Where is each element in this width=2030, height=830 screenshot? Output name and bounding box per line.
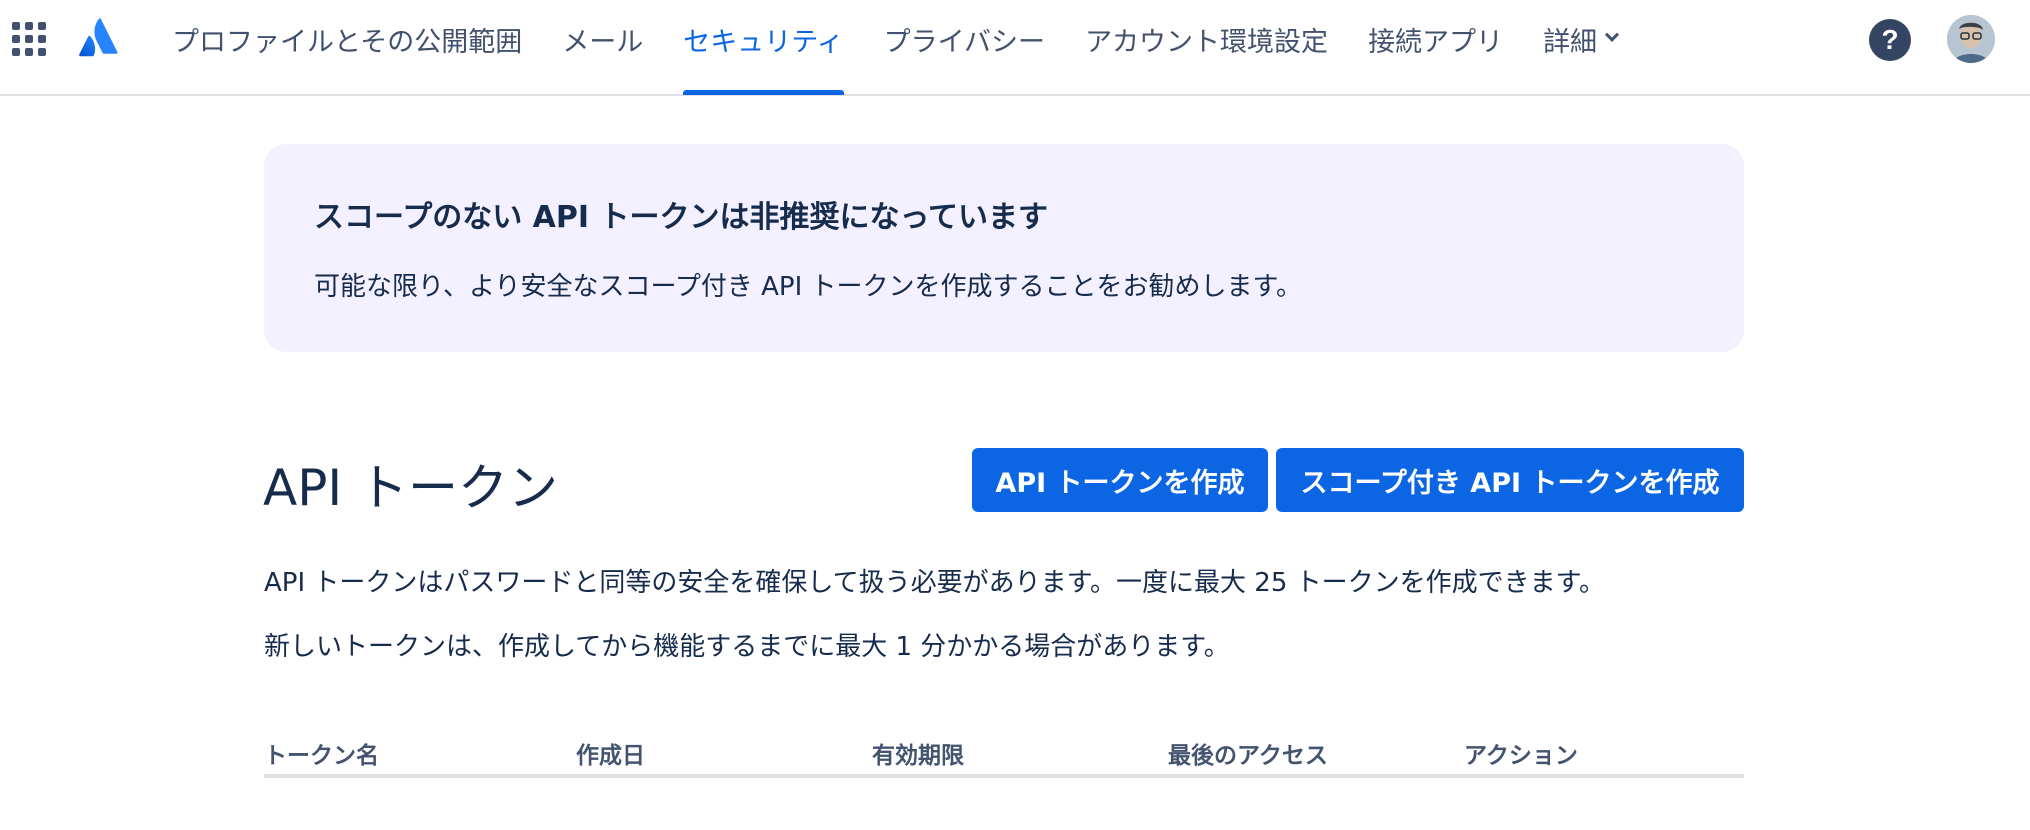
nav-item-label: 接続アプリ	[1368, 26, 1504, 58]
column-header-token-name: トークン名	[264, 743, 379, 769]
column-header-last-access: 最後のアクセス	[1168, 743, 1328, 769]
notice-body: 可能な限り、より安全なスコープ付き API トークンを作成することをお勧めします…	[314, 272, 1302, 302]
description-delay: 新しいトークンは、作成してから機能するまでに最大 1 分かかる場合があります。	[264, 632, 1230, 662]
nav-item-security[interactable]: セキュリティ	[663, 0, 863, 95]
app-switcher-grid-icon[interactable]	[12, 22, 46, 56]
deprecation-notice: スコープのない API トークンは非推奨になっています 可能な限り、より安全なス…	[264, 144, 1744, 352]
primary-nav: プロファイルとその公開範囲 メール セキュリティ プライバシー アカウント環境設…	[152, 0, 1637, 96]
top-navigation: プロファイルとその公開範囲 メール セキュリティ プライバシー アカウント環境設…	[0, 0, 2030, 96]
nav-item-more[interactable]: 詳細	[1523, 0, 1637, 78]
nav-item-label: プライバシー	[883, 26, 1046, 58]
description-limit: API トークンはパスワードと同等の安全を確保して扱う必要があります。一度に最大…	[264, 568, 1606, 598]
column-header-created: 作成日	[576, 743, 645, 769]
nav-item-connected-apps[interactable]: 接続アプリ	[1348, 0, 1523, 78]
create-api-token-button[interactable]: API トークンを作成	[972, 448, 1268, 512]
help-icon[interactable]: ?	[1869, 19, 1911, 61]
nav-item-email[interactable]: メール	[542, 0, 663, 78]
page-title: API トークン	[263, 459, 558, 517]
tokens-table-header: トークン名 作成日 有効期限 最後のアクセス アクション	[264, 734, 1744, 778]
nav-item-label: プロファイルとその公開範囲	[172, 26, 523, 58]
help-icon-glyph: ?	[1881, 24, 1899, 55]
notice-title: スコープのない API トークンは非推奨になっています	[314, 200, 1048, 235]
nav-item-label: セキュリティ	[683, 26, 844, 58]
column-header-expires: 有効期限	[872, 743, 964, 769]
chevron-down-icon	[1604, 27, 1620, 42]
column-header-actions: アクション	[1464, 743, 1578, 769]
nav-item-privacy[interactable]: プライバシー	[864, 0, 1065, 78]
create-api-token-label: API トークンを作成	[995, 467, 1245, 499]
atlassian-logo-icon[interactable]	[78, 18, 120, 58]
nav-item-label: アカウント環境設定	[1085, 26, 1329, 58]
nav-item-profile[interactable]: プロファイルとその公開範囲	[152, 0, 542, 78]
create-scoped-api-token-button[interactable]: スコープ付き API トークンを作成	[1276, 448, 1744, 512]
avatar[interactable]	[1947, 15, 1995, 63]
nav-item-label: 詳細	[1543, 26, 1598, 58]
nav-item-account-preferences[interactable]: アカウント環境設定	[1065, 0, 1348, 78]
create-scoped-api-token-label: スコープ付き API トークンを作成	[1300, 467, 1720, 499]
nav-item-label: メール	[562, 26, 644, 58]
